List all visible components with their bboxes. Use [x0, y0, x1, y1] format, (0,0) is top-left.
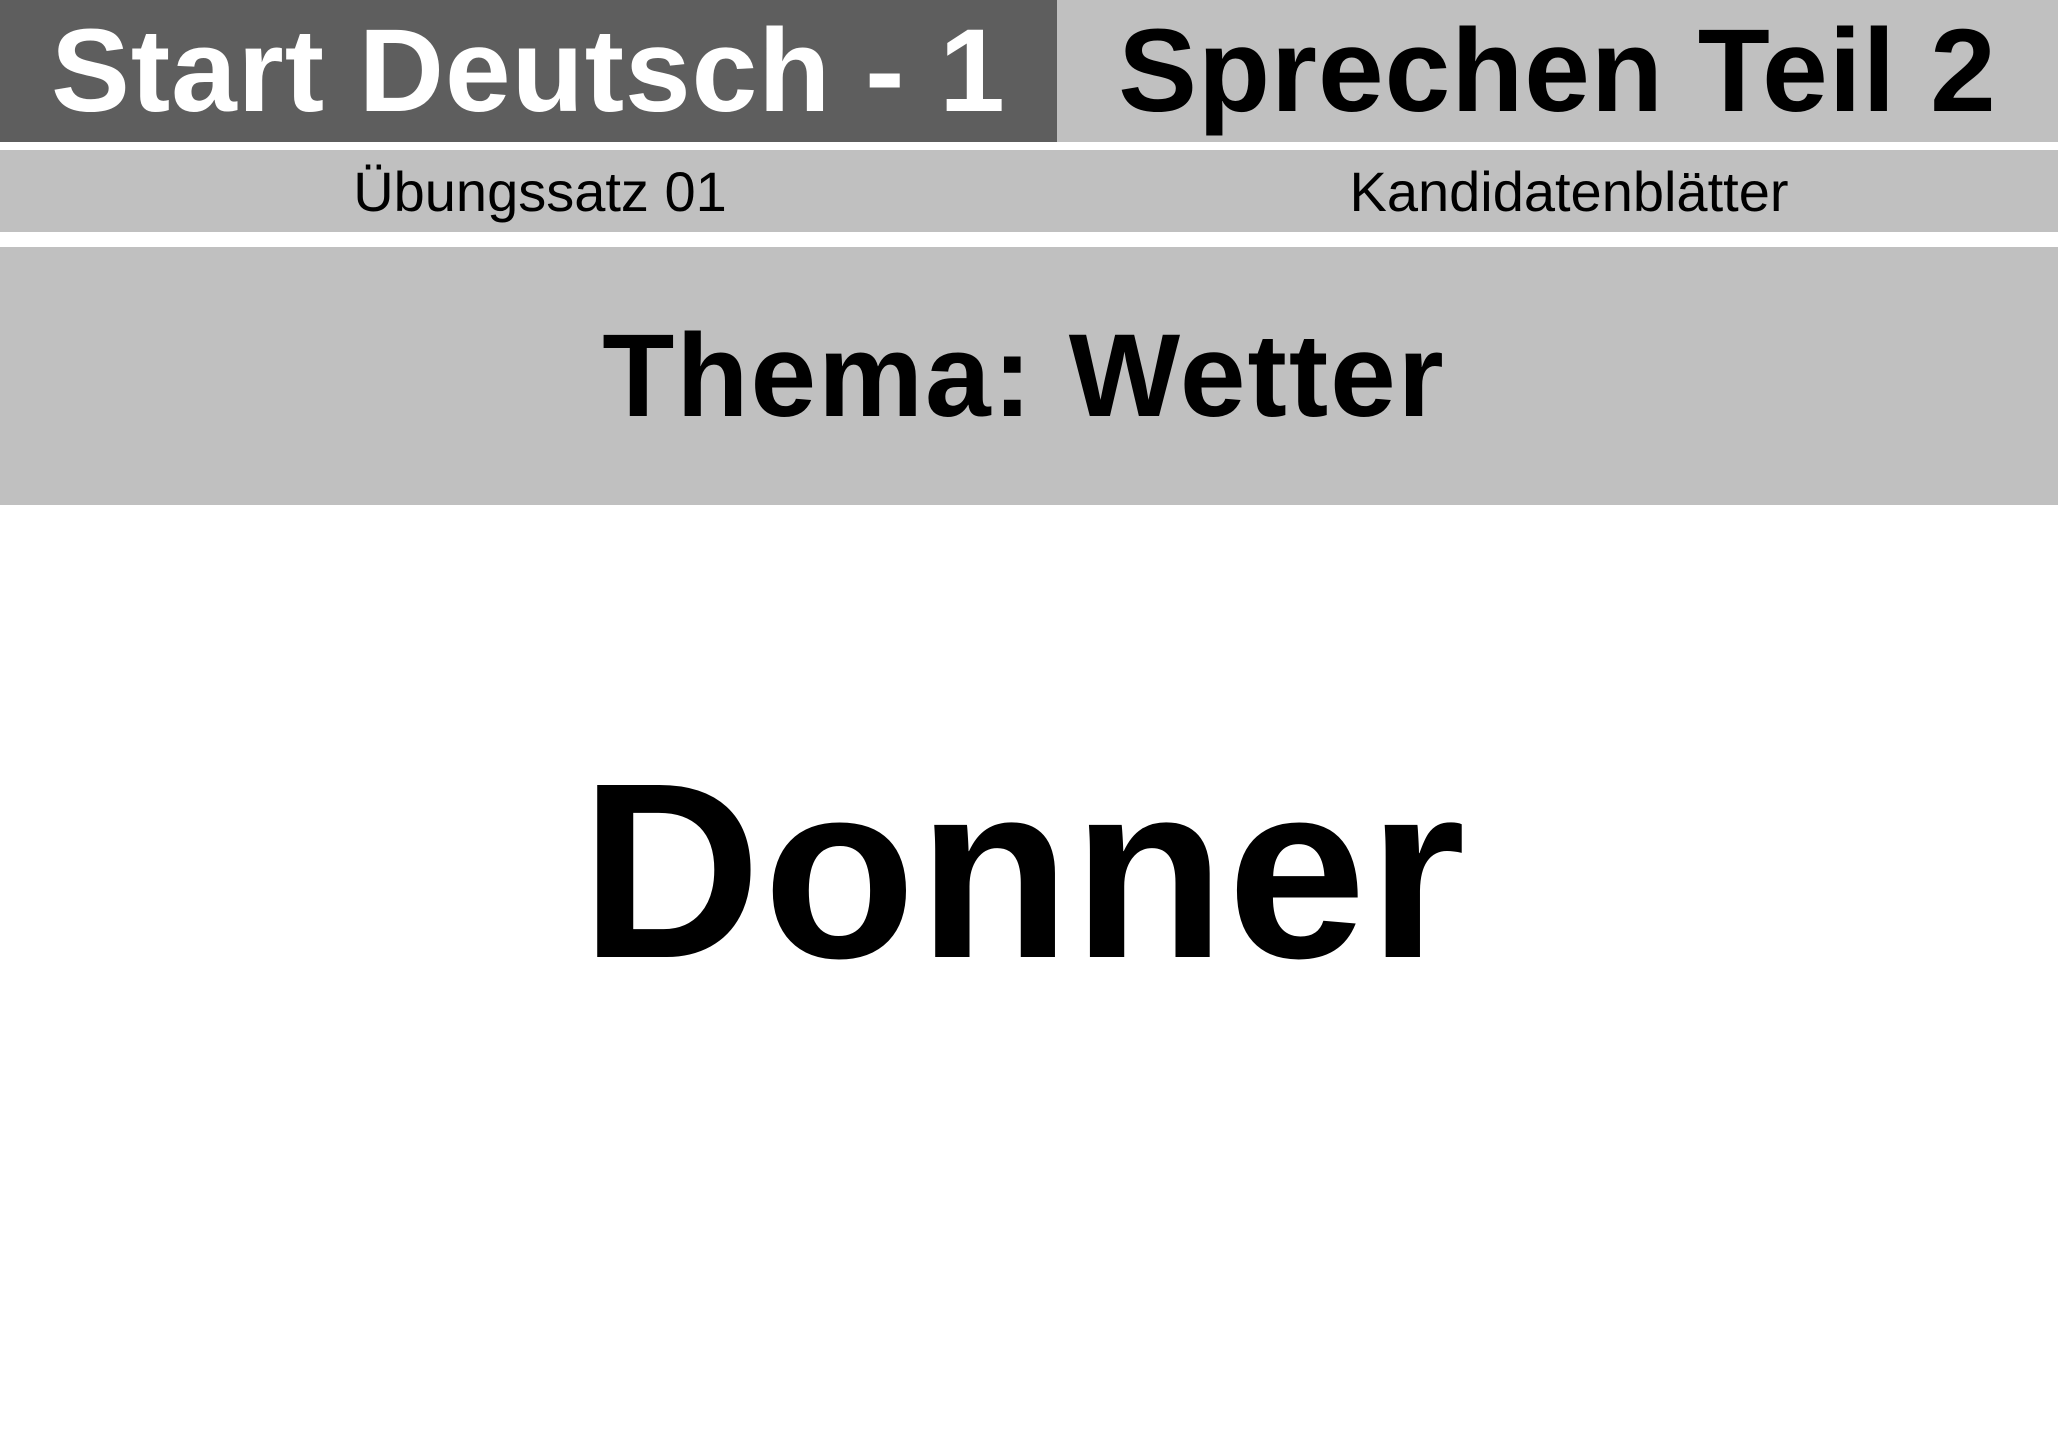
- header-left-panel: Start Deutsch - 1: [0, 0, 1057, 142]
- topic-heading: Thema: Wetter: [602, 310, 1446, 442]
- candidate-sheets-label: Kandidatenblätter: [1349, 159, 1789, 223]
- header-right-panel: Sprechen Teil 2: [1057, 0, 2058, 142]
- subheader-row: Übungssatz 01 Kandidatenblätter: [0, 150, 2058, 232]
- header-row: Start Deutsch - 1 Sprechen Teil 2: [0, 0, 2058, 142]
- topic-band: Thema: Wetter: [0, 247, 2058, 505]
- word-area: Donner: [0, 731, 2058, 1010]
- exam-title: Start Deutsch - 1: [51, 5, 1006, 137]
- exercise-set-label: Übungssatz 01: [353, 159, 727, 223]
- keyword: Donner: [580, 730, 1468, 1010]
- card-page: Start Deutsch - 1 Sprechen Teil 2 Übungs…: [0, 0, 2058, 1452]
- section-title: Sprechen Teil 2: [1118, 5, 1997, 137]
